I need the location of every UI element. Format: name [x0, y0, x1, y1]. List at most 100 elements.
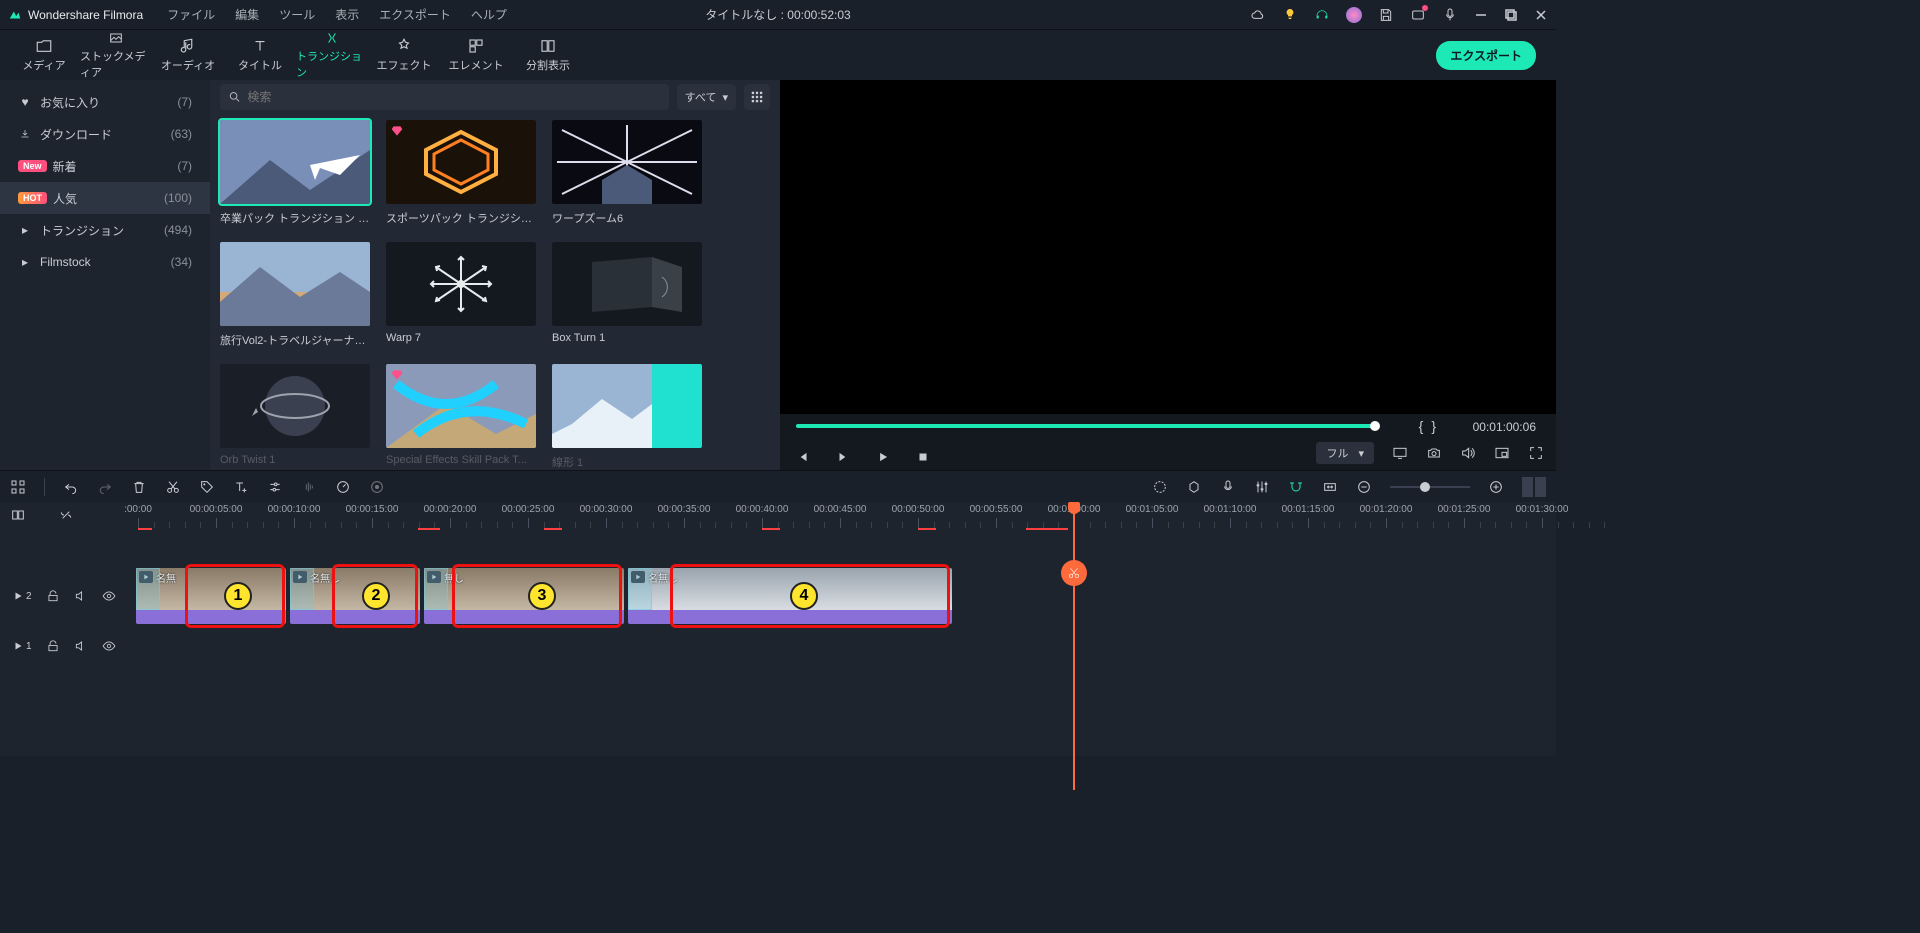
- color-wheel-icon[interactable]: [1152, 479, 1168, 495]
- mic-icon[interactable]: [1442, 7, 1458, 23]
- timeline-ruler[interactable]: :00:0000:00:05:0000:00:10:0000:00:15:000…: [130, 502, 1556, 530]
- transition-overlay[interactable]: [290, 568, 314, 610]
- adjust-button[interactable]: [267, 479, 283, 495]
- asset-thumbnail[interactable]: [220, 364, 370, 448]
- visibility-icon[interactable]: [102, 589, 116, 603]
- lock-icon[interactable]: [46, 639, 60, 653]
- progress-knob[interactable]: [1370, 421, 1380, 431]
- scissors-button[interactable]: [1061, 560, 1087, 586]
- tab-title[interactable]: タイトル: [224, 30, 296, 80]
- asset-card[interactable]: Orb Twist 1: [220, 364, 370, 458]
- filter-dropdown[interactable]: すべて▾: [677, 84, 736, 110]
- layout-icon[interactable]: [1494, 445, 1510, 461]
- playhead[interactable]: [1073, 502, 1075, 790]
- cloud-icon[interactable]: [1250, 7, 1266, 23]
- menu-tool[interactable]: ツール: [279, 6, 315, 23]
- snap-icon[interactable]: [1288, 479, 1304, 495]
- window-close-icon[interactable]: [1534, 8, 1548, 22]
- quality-select[interactable]: フル▾: [1316, 442, 1374, 464]
- lightbulb-icon[interactable]: [1282, 7, 1298, 23]
- tab-effect[interactable]: エフェクト: [368, 30, 440, 80]
- mute-icon[interactable]: [74, 589, 88, 603]
- export-button[interactable]: エクスポート: [1436, 41, 1536, 70]
- sidebar-item-downloads[interactable]: ダウンロード(63): [0, 118, 210, 150]
- volume-icon[interactable]: [1460, 445, 1476, 461]
- mute-icon[interactable]: [74, 639, 88, 653]
- ripple-icon[interactable]: [10, 507, 28, 525]
- asset-card[interactable]: ワープズーム6: [552, 120, 702, 238]
- sidebar-item-favorites[interactable]: ♥お気に入り(7): [0, 86, 210, 118]
- asset-card[interactable]: 卒業パック トランジション 02: [220, 120, 370, 238]
- asset-thumbnail[interactable]: [386, 242, 536, 326]
- menu-edit[interactable]: 編集: [235, 6, 259, 23]
- menu-help[interactable]: ヘルプ: [471, 6, 507, 23]
- video-track-2[interactable]: 2 名無名無し無し名無し1234: [0, 562, 1556, 630]
- zoom-in-icon[interactable]: [1488, 479, 1504, 495]
- link-break-icon[interactable]: [58, 507, 76, 525]
- cut-button[interactable]: [165, 479, 181, 495]
- asset-card[interactable]: 旅行Vol2-トラベルジャーナル...: [220, 242, 370, 360]
- preview-progress[interactable]: [796, 424, 1376, 428]
- transition-overlay[interactable]: [424, 568, 448, 610]
- dual-view-toggle[interactable]: [1522, 477, 1546, 497]
- stop-button[interactable]: [916, 450, 930, 464]
- text-add-button[interactable]: [233, 479, 249, 495]
- visibility-icon[interactable]: [102, 639, 116, 653]
- speed-button[interactable]: [335, 479, 351, 495]
- asset-thumbnail[interactable]: [386, 364, 536, 448]
- sidebar-item-hot[interactable]: HOT人気(100): [0, 182, 210, 214]
- mark-in-icon[interactable]: {: [1419, 418, 1424, 434]
- menu-file[interactable]: ファイル: [167, 6, 215, 23]
- zoom-out-icon[interactable]: [1356, 479, 1372, 495]
- search-input[interactable]: [220, 84, 669, 110]
- tab-stock[interactable]: ストックメディア: [80, 30, 152, 80]
- asset-card[interactable]: Box Turn 1: [552, 242, 702, 360]
- transition-overlay[interactable]: [628, 568, 652, 610]
- sidebar-item-transitions[interactable]: ▸トランジション(494): [0, 214, 210, 246]
- save-icon[interactable]: [1378, 7, 1394, 23]
- asset-card[interactable]: Warp 7: [386, 242, 536, 360]
- zoom-slider[interactable]: [1390, 486, 1470, 488]
- menu-view[interactable]: 表示: [335, 6, 359, 23]
- sidebar-item-new[interactable]: New新着(7): [0, 150, 210, 182]
- tab-transition[interactable]: トランジション: [296, 30, 368, 80]
- tab-media[interactable]: メディア: [8, 30, 80, 80]
- prev-frame-button[interactable]: [796, 450, 810, 464]
- asset-thumbnail[interactable]: [220, 242, 370, 326]
- play-button[interactable]: [876, 450, 890, 464]
- asset-thumbnail[interactable]: [552, 120, 702, 204]
- voiceover-icon[interactable]: [1220, 479, 1236, 495]
- avatar-icon[interactable]: [1346, 7, 1362, 23]
- fullscreen-icon[interactable]: [1528, 445, 1544, 461]
- asset-card[interactable]: 線形 1: [552, 364, 702, 458]
- mark-out-icon[interactable]: }: [1431, 418, 1436, 434]
- asset-thumbnail[interactable]: [220, 120, 370, 204]
- asset-thumbnail[interactable]: [552, 364, 702, 448]
- mixer-icon[interactable]: [1254, 479, 1270, 495]
- lock-icon[interactable]: [46, 589, 60, 603]
- snapshot-icon[interactable]: [1426, 445, 1442, 461]
- asset-thumbnail[interactable]: [552, 242, 702, 326]
- window-minimize-icon[interactable]: [1474, 8, 1488, 22]
- tab-element[interactable]: エレメント: [440, 30, 512, 80]
- tools-icon[interactable]: [10, 479, 26, 495]
- view-grid-button[interactable]: [744, 84, 770, 110]
- fit-icon[interactable]: [1322, 479, 1338, 495]
- delete-button[interactable]: [131, 479, 147, 495]
- undo-button[interactable]: [63, 479, 79, 495]
- marker-icon[interactable]: [1186, 479, 1202, 495]
- tag-button[interactable]: [199, 479, 215, 495]
- next-frame-button[interactable]: [836, 450, 850, 464]
- asset-card[interactable]: スポーツパック トランジション 05: [386, 120, 536, 238]
- redo-button[interactable]: [97, 479, 113, 495]
- tab-split[interactable]: 分割表示: [512, 30, 584, 80]
- tab-audio[interactable]: オーディオ: [152, 30, 224, 80]
- asset-thumbnail[interactable]: [386, 120, 536, 204]
- zoom-knob[interactable]: [1420, 482, 1430, 492]
- asset-card[interactable]: Special Effects Skill Pack T...: [386, 364, 536, 458]
- transition-overlay[interactable]: [136, 568, 160, 610]
- display-icon[interactable]: [1392, 445, 1408, 461]
- playhead-handle[interactable]: [1068, 502, 1080, 514]
- sidebar-item-filmstock[interactable]: ▸Filmstock(34): [0, 246, 210, 278]
- menu-export[interactable]: エクスポート: [379, 6, 451, 23]
